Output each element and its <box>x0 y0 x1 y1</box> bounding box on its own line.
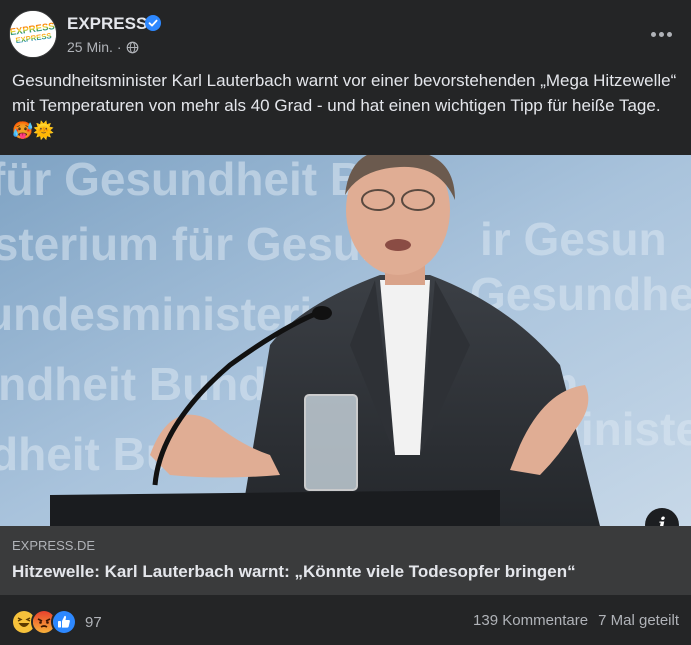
link-title[interactable]: Hitzewelle: Karl Lauterbach warnt: „Könn… <box>12 562 576 582</box>
post-timestamp[interactable]: 25 Min. <box>67 39 113 55</box>
meta-separator: · <box>116 39 122 55</box>
link-preview[interactable]: EXPRESS.DE Hitzewelle: Karl Lauterbach w… <box>0 526 691 595</box>
backdrop-text-7: Gesundheit Bu <box>470 268 691 320</box>
facebook-post: EXPRESS EXPRESS EXPRESS 25 Min. · Gesund… <box>0 0 691 645</box>
verified-badge-icon <box>145 15 161 31</box>
post-image[interactable]: für Gesundheit Bun isterium für Gesund u… <box>0 155 691 526</box>
post-meta: 25 Min. · <box>67 39 139 55</box>
post-footer: 97 139 Kommentare 7 Mal geteilt <box>0 595 691 645</box>
engagement-stats: 139 Kommentare 7 Mal geteilt <box>473 612 679 629</box>
like-reaction-icon <box>51 609 77 635</box>
page-avatar[interactable]: EXPRESS EXPRESS <box>9 10 57 58</box>
lectern <box>50 490 500 526</box>
shares-count[interactable]: 7 Mal geteilt <box>598 612 679 629</box>
post-text: Gesundheitsminister Karl Lauterbach warn… <box>12 71 677 140</box>
water-glass <box>304 394 358 491</box>
more-options-icon[interactable] <box>647 20 675 48</box>
comments-count[interactable]: 139 Kommentare <box>473 612 588 629</box>
link-domain: EXPRESS.DE <box>12 538 96 553</box>
globe-icon <box>126 41 138 53</box>
reaction-count: 97 <box>85 613 102 631</box>
post-header: EXPRESS EXPRESS EXPRESS 25 Min. · <box>0 0 691 68</box>
page-name[interactable]: EXPRESS <box>67 14 147 34</box>
backdrop-text-6: ir Gesun <box>480 213 667 265</box>
reactions-summary[interactable]: 97 <box>11 609 102 635</box>
